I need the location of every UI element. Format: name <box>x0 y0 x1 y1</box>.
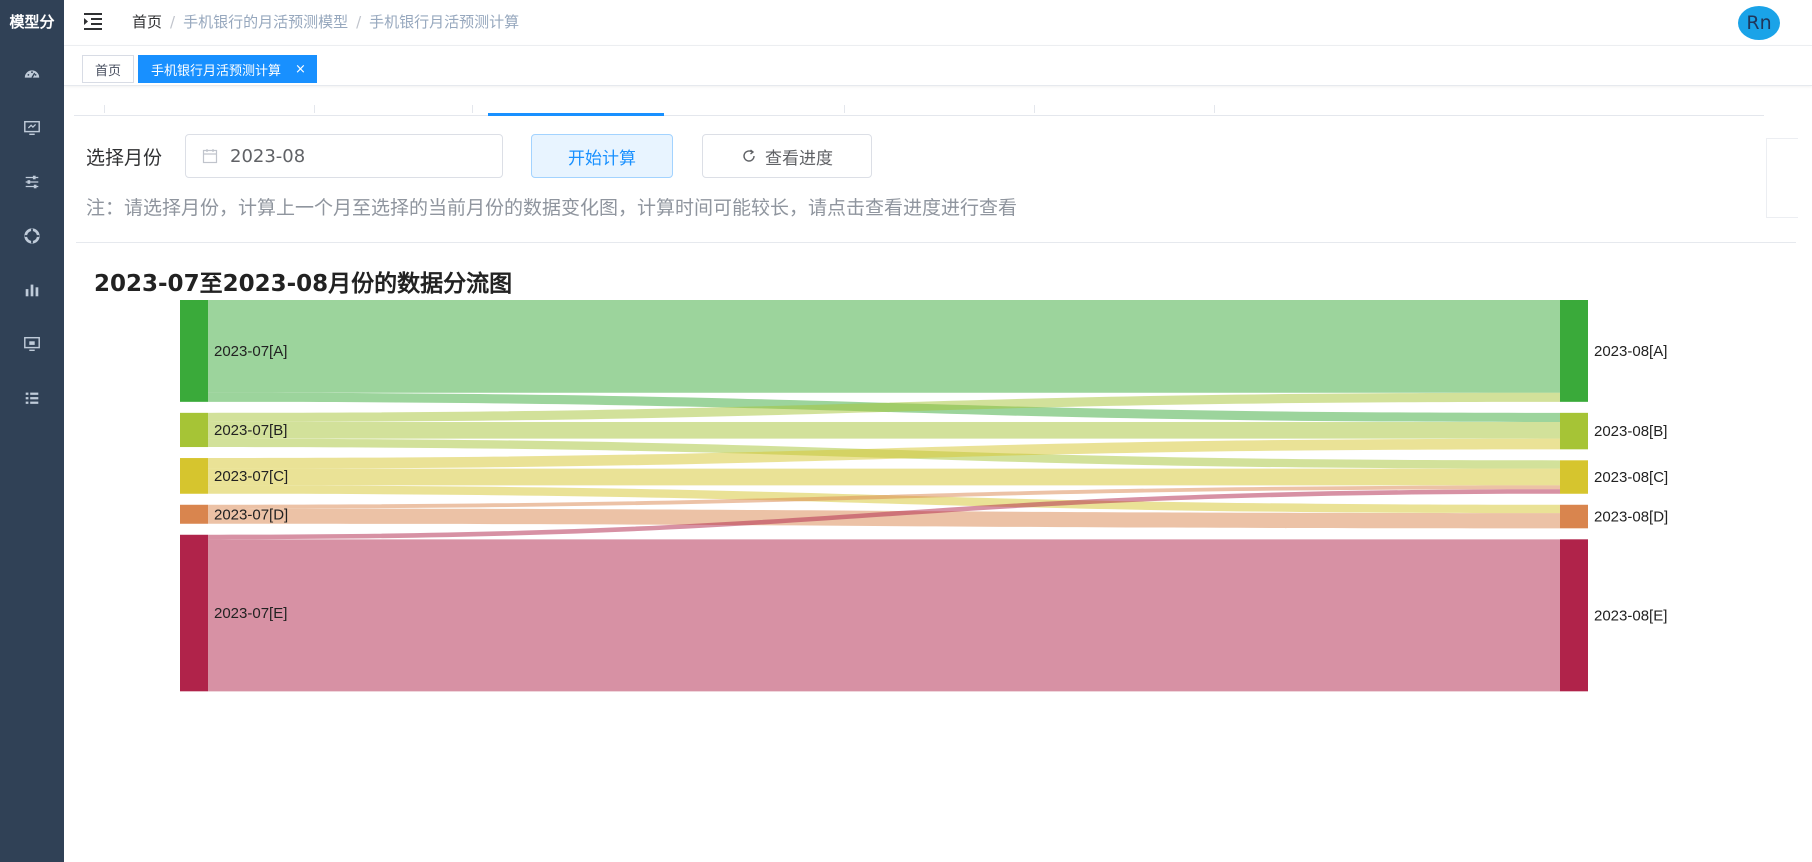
sankey-link[interactable] <box>208 300 1560 393</box>
refresh-icon <box>743 149 755 162</box>
top-header: 首页 / 手机银行的月活预测模型 / 手机银行月活预测计算 Rn <box>64 0 1812 46</box>
screen-icon[interactable] <box>0 326 64 362</box>
breadcrumb-home[interactable]: 首页 <box>132 13 162 31</box>
month-picker[interactable]: 2023-08 <box>185 134 503 178</box>
left-node[interactable] <box>180 300 208 402</box>
tab-active-indicator <box>488 113 664 116</box>
right-edge-panel <box>1766 138 1798 218</box>
monitor-icon[interactable] <box>0 110 64 146</box>
breadcrumb-current: 手机银行月活预测计算 <box>369 13 520 31</box>
left-node-label: 2023-07[E] <box>214 605 287 622</box>
breadcrumb-model[interactable]: 手机银行的月活预测模型 <box>183 13 348 31</box>
month-label: 选择月份 <box>86 147 163 169</box>
right-node[interactable] <box>1560 539 1588 692</box>
sankey-link[interactable] <box>208 421 1560 439</box>
sidebar: 模型分 <box>0 0 64 862</box>
right-node-label: 2023-08[B] <box>1594 423 1667 440</box>
sankey-link[interactable] <box>208 539 1560 692</box>
right-node[interactable] <box>1560 504 1588 529</box>
right-node[interactable] <box>1560 300 1588 402</box>
sliders-icon[interactable] <box>0 164 64 200</box>
hamburger-icon[interactable] <box>82 11 106 31</box>
sankey-chart: 2023-07[A] 2023-07[B] 2023-07[C] 2023-07[D]… <box>180 300 1668 692</box>
right-node[interactable] <box>1560 412 1588 450</box>
left-node-label: 2023-07[B] <box>214 422 287 439</box>
close-icon[interactable]: × <box>295 62 306 77</box>
right-node-label: 2023-08[D] <box>1594 509 1668 526</box>
left-node-label: 2023-07[A] <box>214 343 287 360</box>
tags-view: 首页 手机银行月活预测计算 × <box>64 46 1812 86</box>
month-value: 2023-08 <box>230 145 306 167</box>
user-avatar[interactable]: Rn <box>1738 6 1780 40</box>
dashboard-icon[interactable] <box>0 56 64 92</box>
left-node[interactable] <box>180 504 208 524</box>
tag-home[interactable]: 首页 <box>82 55 135 83</box>
tag-current[interactable]: 手机银行月活预测计算 × <box>138 55 317 83</box>
right-node[interactable] <box>1560 460 1588 494</box>
left-node[interactable] <box>180 458 208 494</box>
tab-strip <box>74 86 1764 116</box>
app-logo: 模型分 <box>9 12 55 31</box>
right-node-label: 2023-08[C] <box>1594 469 1668 486</box>
section-divider <box>76 242 1796 243</box>
list-icon[interactable] <box>0 380 64 416</box>
left-node[interactable] <box>180 534 208 692</box>
sankey-link[interactable] <box>208 468 1560 486</box>
left-node-label: 2023-07[C] <box>214 468 288 485</box>
view-progress-label: 查看进度 <box>765 148 833 169</box>
right-node-label: 2023-08[E] <box>1594 607 1667 624</box>
note-text: 注：请选择月份，计算上一个月至选择的当前月份的数据变化图，计算时间可能较长，请点… <box>86 197 1018 219</box>
right-node-label: 2023-08[A] <box>1594 343 1667 360</box>
start-calc-button[interactable]: 开始计算 <box>531 134 673 178</box>
calendar-icon <box>202 149 218 164</box>
left-node-label: 2023-07[D] <box>214 506 288 523</box>
lifebuoy-icon[interactable] <box>0 218 64 254</box>
view-progress-button[interactable]: 查看进度 <box>702 134 872 178</box>
bar-chart-icon[interactable] <box>0 272 64 308</box>
left-node[interactable] <box>180 412 208 448</box>
tag-current-label: 手机银行月活预测计算 <box>151 63 282 79</box>
breadcrumb: 首页 / 手机银行的月活预测模型 / 手机银行月活预测计算 <box>132 13 520 31</box>
sankey-links <box>208 300 1560 692</box>
